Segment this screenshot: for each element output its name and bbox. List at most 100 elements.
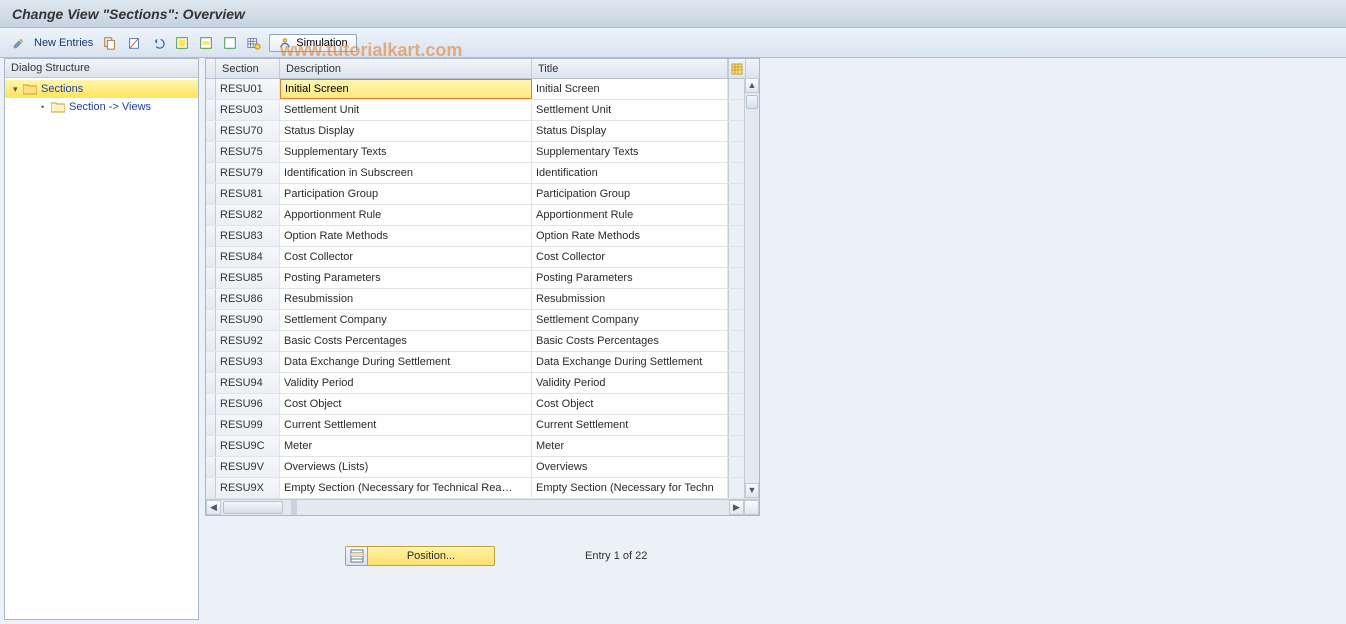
tree-toggle-icon[interactable]: ▾	[13, 84, 23, 95]
row-selector[interactable]	[206, 184, 216, 204]
cell-title[interactable]: Empty Section (Necessary for Techn	[532, 478, 728, 498]
cell-section[interactable]: RESU85	[216, 268, 280, 288]
scroll-left-button[interactable]: ◀	[206, 500, 221, 515]
row-selector[interactable]	[206, 436, 216, 456]
cell-description[interactable]: Apportionment Rule	[280, 205, 532, 225]
cell-section[interactable]: RESU03	[216, 100, 280, 120]
configure-button[interactable]	[245, 33, 263, 53]
cell-description[interactable]: Settlement Company	[280, 310, 532, 330]
cell-description[interactable]: Basic Costs Percentages	[280, 331, 532, 351]
cell-section[interactable]: RESU01	[216, 79, 280, 99]
table-row[interactable]: RESU93Data Exchange During SettlementDat…	[206, 352, 759, 373]
cell-section[interactable]: RESU84	[216, 247, 280, 267]
row-selector[interactable]	[206, 415, 216, 435]
row-selector[interactable]	[206, 205, 216, 225]
cell-description[interactable]	[280, 79, 532, 99]
cell-section[interactable]: RESU70	[216, 121, 280, 141]
vertical-scrollbar[interactable]: ▲ ▼	[744, 78, 759, 498]
cell-description[interactable]: Empty Section (Necessary for Technical R…	[280, 478, 532, 498]
cell-title[interactable]: Posting Parameters	[532, 268, 728, 288]
row-selector[interactable]	[206, 79, 216, 99]
new-entries-button[interactable]: New Entries	[34, 37, 93, 49]
cell-section[interactable]: RESU93	[216, 352, 280, 372]
cell-description[interactable]: Status Display	[280, 121, 532, 141]
row-selector[interactable]	[206, 247, 216, 267]
cell-description[interactable]: Data Exchange During Settlement	[280, 352, 532, 372]
row-selector[interactable]	[206, 142, 216, 162]
select-block-button[interactable]	[197, 33, 215, 53]
row-selector[interactable]	[206, 121, 216, 141]
row-selector[interactable]	[206, 394, 216, 414]
cell-description[interactable]: Option Rate Methods	[280, 226, 532, 246]
scroll-vertical-track[interactable]	[745, 93, 759, 483]
cell-section[interactable]: RESU99	[216, 415, 280, 435]
cell-section[interactable]: RESU82	[216, 205, 280, 225]
table-row[interactable]: RESU92Basic Costs PercentagesBasic Costs…	[206, 331, 759, 352]
cell-title[interactable]: Settlement Unit	[532, 100, 728, 120]
cell-description[interactable]: Participation Group	[280, 184, 532, 204]
table-row[interactable]: RESU99Current SettlementCurrent Settleme…	[206, 415, 759, 436]
undo-button[interactable]	[149, 33, 167, 53]
cell-section[interactable]: RESU9X	[216, 478, 280, 498]
column-header-description[interactable]: Description	[280, 59, 532, 78]
cell-description[interactable]: Overviews (Lists)	[280, 457, 532, 477]
row-selector[interactable]	[206, 289, 216, 309]
cell-description[interactable]: Cost Object	[280, 394, 532, 414]
cell-title[interactable]: Cost Collector	[532, 247, 728, 267]
row-selector[interactable]	[206, 352, 216, 372]
table-row[interactable]: RESU9VOverviews (Lists)Overviews	[206, 457, 759, 478]
cell-section[interactable]: RESU9C	[216, 436, 280, 456]
cell-title[interactable]: Resubmission	[532, 289, 728, 309]
row-selector[interactable]	[206, 268, 216, 288]
cell-section[interactable]: RESU86	[216, 289, 280, 309]
table-row[interactable]: RESU85Posting ParametersPosting Paramete…	[206, 268, 759, 289]
table-row[interactable]: RESU94Validity PeriodValidity Period	[206, 373, 759, 394]
table-row[interactable]: RESU82Apportionment RuleApportionment Ru…	[206, 205, 759, 226]
cell-description[interactable]: Meter	[280, 436, 532, 456]
select-all-button[interactable]	[173, 33, 191, 53]
row-selector[interactable]	[206, 163, 216, 183]
row-selector[interactable]	[206, 457, 216, 477]
cell-description[interactable]: Supplementary Texts	[280, 142, 532, 162]
scroll-vertical-thumb[interactable]	[746, 95, 758, 109]
cell-description[interactable]: Cost Collector	[280, 247, 532, 267]
row-selector[interactable]	[206, 373, 216, 393]
table-config-button[interactable]	[728, 59, 746, 78]
cell-section[interactable]: RESU92	[216, 331, 280, 351]
deselect-all-button[interactable]	[221, 33, 239, 53]
cell-description[interactable]: Current Settlement	[280, 415, 532, 435]
table-row[interactable]: RESU01 Initial Screen	[206, 79, 759, 100]
horizontal-scrollbar[interactable]: ◀ ▶	[206, 499, 759, 515]
cell-title[interactable]: Data Exchange During Settlement	[532, 352, 728, 372]
cell-title[interactable]: Option Rate Methods	[532, 226, 728, 246]
cell-description[interactable]: Resubmission	[280, 289, 532, 309]
row-selector[interactable]	[206, 100, 216, 120]
cell-title[interactable]: Initial Screen	[532, 79, 728, 99]
cell-description[interactable]: Identification in Subscreen	[280, 163, 532, 183]
cell-section[interactable]: RESU81	[216, 184, 280, 204]
table-row[interactable]: RESU86ResubmissionResubmission	[206, 289, 759, 310]
scroll-right-button[interactable]: ▶	[729, 500, 744, 515]
table-row[interactable]: RESU90Settlement CompanySettlement Compa…	[206, 310, 759, 331]
cell-title[interactable]: Status Display	[532, 121, 728, 141]
table-row[interactable]: RESU9XEmpty Section (Necessary for Techn…	[206, 478, 759, 499]
cell-section[interactable]: RESU96	[216, 394, 280, 414]
cell-title[interactable]: Apportionment Rule	[532, 205, 728, 225]
cell-section[interactable]: RESU79	[216, 163, 280, 183]
cell-description[interactable]: Validity Period	[280, 373, 532, 393]
column-header-section[interactable]: Section	[216, 59, 280, 78]
cell-section[interactable]: RESU83	[216, 226, 280, 246]
cell-title[interactable]: Current Settlement	[532, 415, 728, 435]
cell-title[interactable]: Meter	[532, 436, 728, 456]
row-selector[interactable]	[206, 226, 216, 246]
scroll-split-handle[interactable]	[291, 500, 297, 515]
column-header-title[interactable]: Title	[532, 59, 728, 78]
table-row[interactable]: RESU79Identification in SubscreenIdentif…	[206, 163, 759, 184]
position-button[interactable]: Position...	[345, 546, 495, 566]
table-row[interactable]: RESU81Participation GroupParticipation G…	[206, 184, 759, 205]
row-selector[interactable]	[206, 478, 216, 498]
table-row[interactable]: RESU96Cost ObjectCost Object	[206, 394, 759, 415]
header-row-selector[interactable]	[206, 59, 216, 78]
row-selector[interactable]	[206, 310, 216, 330]
tree-item-section-views[interactable]: • Section -> Views	[5, 98, 198, 116]
